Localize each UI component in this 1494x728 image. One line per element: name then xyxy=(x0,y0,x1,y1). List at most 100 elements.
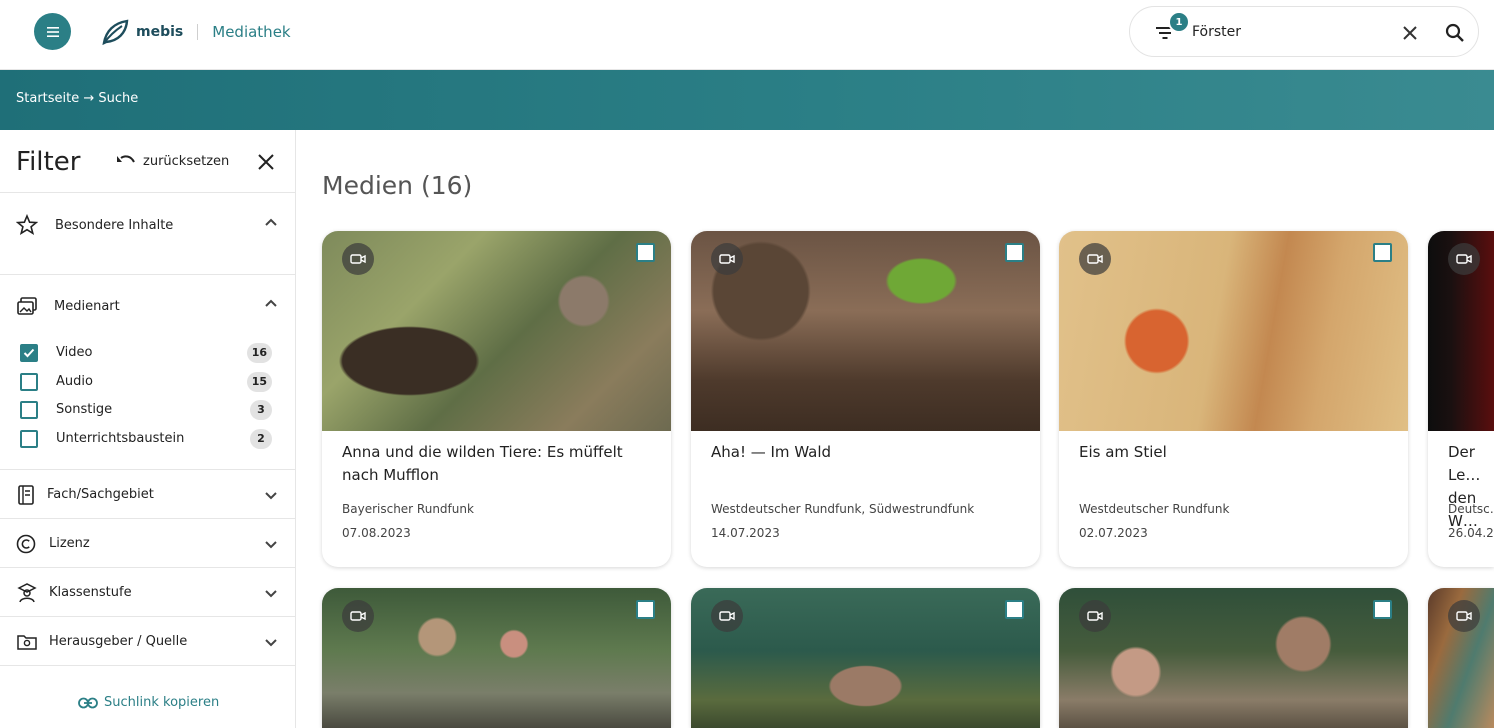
select-checkbox[interactable] xyxy=(1373,243,1392,262)
card-title: Eis am Stiel xyxy=(1079,443,1167,461)
logo[interactable]: mebis Mediathek xyxy=(100,17,291,47)
thumbnail xyxy=(322,231,671,431)
card-title: Der Le… den W… xyxy=(1448,443,1481,530)
section-label: Fach/Sachgebiet xyxy=(47,487,154,502)
results-title: Medien (16) xyxy=(322,171,473,200)
section-herausgeber: Herausgeber / Quelle xyxy=(0,617,296,666)
section-header[interactable]: Klassenstufe xyxy=(0,568,296,616)
media-card[interactable]: Der Le… den W… Deutsc… 26.04.2… xyxy=(1428,231,1494,567)
top-bar: mebis Mediathek 1 xyxy=(0,0,1494,70)
option-unterrichtsbaustein[interactable]: Unterrichtsbaustein 2 xyxy=(20,428,280,450)
section-klassenstufe: Klassenstufe xyxy=(0,568,296,617)
media-card[interactable]: Eis am Stiel Westdeutscher Rundfunk 02.0… xyxy=(1059,231,1408,567)
section-header[interactable]: Fach/Sachgebiet xyxy=(0,470,296,518)
close-icon[interactable] xyxy=(1400,23,1420,43)
card-date: 14.07.2023 xyxy=(711,526,780,540)
card-source: Bayerischer Rundfunk xyxy=(342,502,474,516)
select-checkbox[interactable] xyxy=(1005,243,1024,262)
star-icon xyxy=(16,214,38,236)
section-besondere-inhalte: Besondere Inhalte xyxy=(0,194,296,275)
section-label: Besondere Inhalte xyxy=(55,218,174,233)
section-header[interactable]: Medienart xyxy=(0,275,296,323)
video-icon xyxy=(1448,243,1480,275)
section-medienart: Medienart Video 16 Audio 15 Sonstige 3 U… xyxy=(0,275,296,470)
video-icon xyxy=(711,243,743,275)
chevron-down-icon xyxy=(265,590,277,598)
video-icon xyxy=(1079,600,1111,632)
close-icon[interactable] xyxy=(257,153,275,171)
chevron-down-icon xyxy=(265,639,277,647)
media-card[interactable]: Aha! — Im Wald Westdeutscher Rundfunk, S… xyxy=(691,231,1040,567)
reset-button[interactable]: zurücksetzen xyxy=(115,153,229,169)
card-date: 02.07.2023 xyxy=(1079,526,1148,540)
section-header[interactable]: Besondere Inhalte xyxy=(0,194,296,242)
option-video[interactable]: Video 16 xyxy=(20,342,280,364)
media-card[interactable] xyxy=(1428,588,1494,728)
checkbox[interactable] xyxy=(20,373,38,391)
thumbnail xyxy=(691,231,1040,431)
leaf-logo-icon xyxy=(102,19,129,46)
video-icon xyxy=(342,600,374,632)
search-bar: 1 xyxy=(1129,6,1479,57)
media-card[interactable] xyxy=(691,588,1040,728)
chevron-down-icon xyxy=(265,492,277,500)
section-header[interactable]: Lizenz xyxy=(0,519,296,567)
media-card[interactable] xyxy=(1059,588,1408,728)
select-checkbox[interactable] xyxy=(1373,600,1392,619)
thumbnail xyxy=(1059,588,1408,728)
media-card[interactable] xyxy=(322,588,671,728)
checkbox-checked[interactable] xyxy=(20,344,38,362)
filter-header: Filter zurücksetzen xyxy=(0,130,296,193)
filter-title: Filter xyxy=(16,147,81,177)
media-card[interactable]: Anna und die wilden Tiere: Es müffelt na… xyxy=(322,231,671,567)
select-checkbox[interactable] xyxy=(636,600,655,619)
option-count: 16 xyxy=(246,343,272,363)
thumbnail xyxy=(1428,588,1494,728)
logo-text: mebis xyxy=(136,24,184,40)
menu-button[interactable] xyxy=(34,13,71,50)
select-checkbox[interactable] xyxy=(636,243,655,262)
checkbox[interactable] xyxy=(20,401,38,419)
option-count: 2 xyxy=(250,429,272,449)
chevron-up-icon xyxy=(265,218,277,226)
section-header[interactable]: Herausgeber / Quelle xyxy=(0,617,296,665)
book-icon xyxy=(18,485,34,505)
checkbox[interactable] xyxy=(20,430,38,448)
media-icon xyxy=(17,297,37,315)
section-label: Medienart xyxy=(54,299,120,314)
copy-search-link-button[interactable]: Suchlink kopieren xyxy=(78,695,219,710)
thumbnail xyxy=(691,588,1040,728)
section-label: Klassenstufe xyxy=(49,585,132,600)
breadcrumb[interactable]: Startseite → Suche xyxy=(16,91,138,106)
filter-sidebar: Filter zurücksetzen Besondere Inhalte Me… xyxy=(0,130,296,728)
student-icon xyxy=(17,583,37,603)
card-date: 07.08.2023 xyxy=(342,526,411,540)
option-label: Video xyxy=(56,345,93,360)
thumbnail xyxy=(1428,231,1494,431)
select-checkbox[interactable] xyxy=(1005,600,1024,619)
option-count: 15 xyxy=(246,372,272,392)
option-sonstige[interactable]: Sonstige 3 xyxy=(20,399,280,421)
section-fach: Fach/Sachgebiet xyxy=(0,470,296,519)
logo-divider xyxy=(197,24,199,40)
video-icon xyxy=(711,600,743,632)
video-icon xyxy=(1079,243,1111,275)
video-icon xyxy=(342,243,374,275)
breadcrumb-band: Startseite → Suche xyxy=(0,70,1494,130)
search-input[interactable] xyxy=(1192,20,1382,44)
card-date: 26.04.2… xyxy=(1448,526,1494,540)
option-count: 3 xyxy=(250,400,272,420)
app-name: Mediathek xyxy=(212,23,291,41)
link-icon xyxy=(78,697,98,708)
thumbnail xyxy=(322,588,671,728)
video-icon xyxy=(1448,600,1480,632)
publisher-icon xyxy=(17,635,37,650)
option-audio[interactable]: Audio 15 xyxy=(20,371,280,393)
chevron-down-icon xyxy=(265,541,277,549)
option-label: Unterrichtsbaustein xyxy=(56,431,185,446)
copy-link-label: Suchlink kopieren xyxy=(104,695,220,710)
chevron-up-icon xyxy=(265,299,277,307)
card-title: Anna und die wilden Tiere: Es müffelt na… xyxy=(342,443,623,484)
section-lizenz: Lizenz xyxy=(0,519,296,568)
search-icon[interactable] xyxy=(1444,22,1466,44)
